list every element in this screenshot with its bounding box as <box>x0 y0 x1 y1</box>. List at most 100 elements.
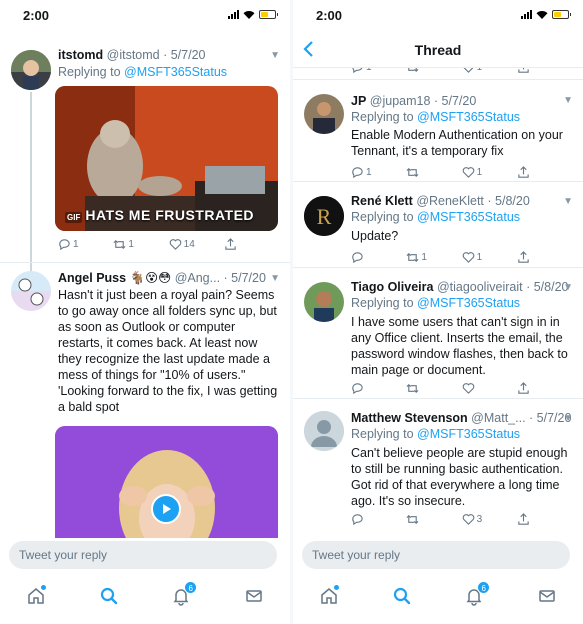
share-button[interactable] <box>517 512 553 526</box>
avatar[interactable]: R <box>304 196 344 236</box>
like-button[interactable]: 14 <box>169 237 205 251</box>
retweet-icon <box>406 167 419 177</box>
reply-button[interactable] <box>351 381 387 395</box>
gif-media[interactable]: GIF HATS ME FRUSTRATED <box>55 86 278 231</box>
share-button[interactable] <box>517 381 553 395</box>
like-button[interactable]: 1 <box>462 165 498 179</box>
thread-feed[interactable]: 1 1 JP @jupam1 <box>293 68 583 538</box>
tweet-text: Enable Modern Authentication on your Ten… <box>351 128 563 158</box>
tweet-date: · 5/7/20 <box>223 271 266 285</box>
author-name[interactable]: Tiago Oliveira <box>351 280 433 294</box>
reply-button[interactable] <box>351 512 387 526</box>
retweet-button[interactable]: 1 <box>113 237 149 251</box>
like-button[interactable]: 3 <box>462 512 498 526</box>
retweet-icon <box>408 68 419 72</box>
tab-messages[interactable] <box>535 584 559 608</box>
like-button[interactable]: 1 <box>462 68 498 74</box>
mention-link[interactable]: @MSFT365Status <box>124 65 227 79</box>
share-button[interactable] <box>224 237 260 251</box>
share-icon <box>518 68 529 73</box>
mention-link[interactable]: @MSFT365Status <box>417 427 520 441</box>
retweet-icon <box>406 383 419 393</box>
author-name[interactable]: René Klett <box>351 194 413 208</box>
chevron-down-icon[interactable]: ▼ <box>563 413 573 424</box>
chevron-down-icon[interactable]: ▼ <box>563 95 573 106</box>
chevron-down-icon[interactable]: ▼ <box>563 282 573 293</box>
like-button[interactable]: 1 <box>462 250 498 264</box>
tab-home[interactable] <box>317 584 341 608</box>
avatar[interactable] <box>304 411 344 451</box>
tweet-tiago-oliveira[interactable]: Tiago Oliveira @tiagooliveirait · 5/8/20… <box>293 268 583 399</box>
chevron-down-icon[interactable]: ▼ <box>563 196 573 207</box>
tweet-itstomd[interactable]: itstomd @itstomd · 5/7/20 ▼ Replying to … <box>0 32 290 262</box>
share-icon <box>518 381 529 394</box>
author-name[interactable]: Matthew Stevenson <box>351 411 468 425</box>
mention-link[interactable]: @MSFT365Status <box>417 296 520 310</box>
like-button[interactable] <box>462 381 498 395</box>
retweet-button[interactable] <box>406 165 442 179</box>
retweet-button[interactable]: 1 <box>406 250 442 264</box>
author-emoji: 🐐😵😳 <box>129 271 172 285</box>
share-icon <box>518 165 529 178</box>
mail-icon <box>246 590 262 602</box>
avatar[interactable] <box>11 50 51 90</box>
battery-icon <box>259 10 278 19</box>
tweet-angel-puss[interactable]: Angel Puss 🐐😵😳 @Ang... · 5/7/20 ▼ Hasn't… <box>0 262 290 538</box>
mention-link[interactable]: @MSFT365Status <box>417 110 520 124</box>
reply-input[interactable]: Tweet your reply <box>302 541 570 569</box>
retweet-button[interactable] <box>406 68 442 74</box>
avatar[interactable] <box>11 271 51 311</box>
author-name[interactable]: Angel Puss <box>58 271 126 285</box>
avatar[interactable] <box>304 282 344 322</box>
share-button[interactable] <box>517 165 553 179</box>
reply-button[interactable] <box>351 250 387 264</box>
author-handle[interactable]: @tiagooliveirait <box>437 280 523 294</box>
gif-badge: GIF <box>65 212 83 223</box>
share-button[interactable] <box>517 68 553 74</box>
reply-icon <box>352 513 363 525</box>
status-bar: 2:00 <box>0 0 290 32</box>
tab-messages[interactable] <box>242 584 266 608</box>
author-handle[interactable]: @ReneKlett <box>416 194 484 208</box>
video-media[interactable] <box>55 426 278 538</box>
tab-notifications[interactable]: 6 <box>462 581 491 608</box>
share-icon <box>518 512 529 525</box>
tab-search[interactable] <box>390 584 414 608</box>
tweet-jp[interactable]: JP @jupam18 · 5/7/20 ▼ Replying to @MSFT… <box>293 80 583 182</box>
author-handle[interactable]: @itstomd <box>107 48 160 62</box>
author-name[interactable]: JP <box>351 94 366 108</box>
replying-to: Replying to @MSFT365Status <box>351 427 521 441</box>
tweet-partial[interactable]: 1 1 <box>293 68 583 80</box>
play-button[interactable] <box>151 494 181 524</box>
reply-icon <box>352 68 363 73</box>
tweet-matthew-stevenson[interactable]: Matthew Stevenson @Matt_... · 5/7/20 ▼ R… <box>293 399 583 531</box>
retweet-button[interactable] <box>406 512 442 526</box>
author-handle[interactable]: @jupam18 <box>370 94 431 108</box>
reply-input[interactable]: Tweet your reply <box>9 541 277 569</box>
conversation-feed[interactable]: itstomd @itstomd · 5/7/20 ▼ Replying to … <box>0 32 290 538</box>
chevron-down-icon[interactable]: ▼ <box>270 273 280 284</box>
replying-to: Replying to @MSFT365Status <box>351 110 521 124</box>
retweet-button[interactable] <box>406 381 442 395</box>
reply-icon <box>352 166 363 178</box>
like-icon <box>463 68 473 73</box>
mention-link[interactable]: @MSFT365Status <box>417 210 520 224</box>
nav-bar: Thread <box>293 32 583 68</box>
tab-notifications[interactable]: 6 <box>169 581 198 608</box>
share-button[interactable] <box>517 250 553 264</box>
tab-search[interactable] <box>97 584 121 608</box>
mail-icon <box>539 590 555 602</box>
tweet-rene-klett[interactable]: R René Klett @ReneKlett · 5/8/20 ▼ Reply… <box>293 182 583 268</box>
author-name[interactable]: itstomd <box>58 48 103 62</box>
play-icon <box>163 504 171 514</box>
tab-home[interactable] <box>24 584 48 608</box>
reply-button[interactable]: 1 <box>58 237 94 251</box>
author-handle[interactable]: @Matt_... <box>471 411 525 425</box>
author-handle[interactable]: @Ang... <box>175 271 220 285</box>
signal-icon <box>228 10 239 19</box>
reply-button[interactable]: 1 <box>351 165 387 179</box>
reply-button[interactable]: 1 <box>351 68 387 74</box>
status-time: 2:00 <box>23 8 50 23</box>
chevron-down-icon[interactable]: ▼ <box>270 50 280 61</box>
avatar[interactable] <box>304 94 344 134</box>
